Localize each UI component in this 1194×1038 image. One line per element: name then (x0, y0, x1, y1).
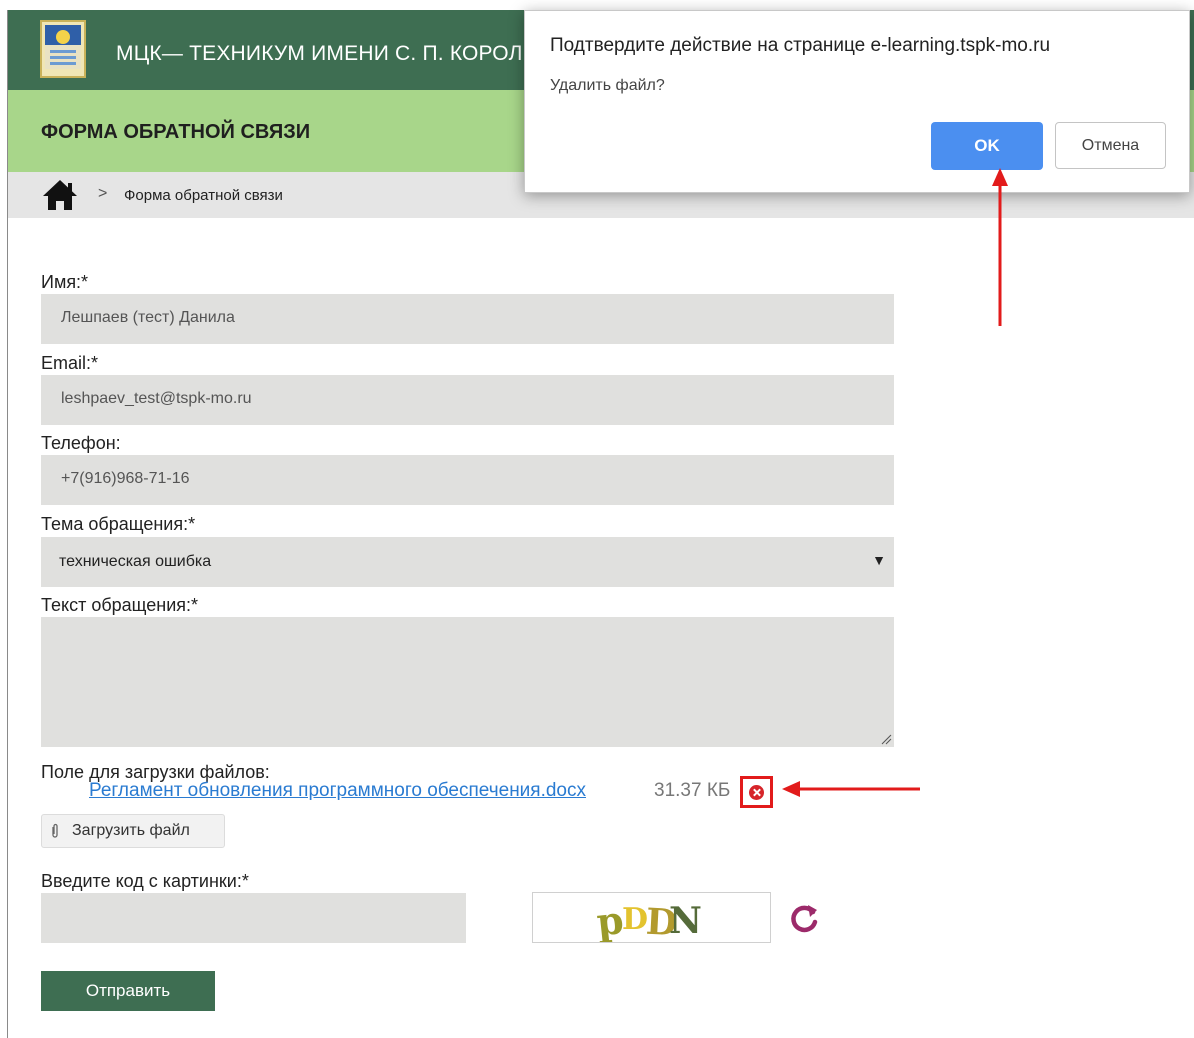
phone-label: Телефон: (41, 433, 121, 453)
uploaded-file-size: 31.37 КБ (654, 780, 731, 801)
breadcrumb-separator: > (98, 185, 108, 202)
ok-button[interactable]: OK (931, 122, 1043, 170)
captcha-input[interactable] (41, 893, 466, 943)
paperclip-icon (52, 823, 58, 838)
dialog-message: Удалить файл? (550, 77, 665, 94)
site-title: МЦК— ТЕХНИКУМ ИМЕНИ С. П. КОРОЛЁВА (116, 42, 565, 65)
captcha-code: p D D N (594, 897, 702, 945)
phone-field[interactable]: +7(916)968-71-16 (41, 455, 894, 505)
confirm-dialog: Подтвердите действие на странице e-learn… (524, 10, 1190, 193)
message-textarea[interactable] (41, 617, 894, 747)
name-value: Лешпаев (тест) Данила (61, 309, 235, 326)
svg-text:N: N (669, 900, 702, 942)
email-value: leshpaev_test@tspk-mo.ru (61, 390, 252, 407)
dialog-title: Подтвердите действие на странице e-learn… (550, 35, 1051, 56)
svg-text:p: p (594, 897, 625, 942)
svg-text:D: D (622, 902, 648, 937)
submit-button[interactable]: Отправить (41, 971, 215, 1011)
upload-file-label: Загрузить файл (72, 822, 190, 839)
upload-file-button[interactable]: Загрузить файл (41, 814, 225, 848)
message-label: Текст обращения:* (41, 595, 199, 615)
name-label: Имя:* (41, 272, 89, 292)
phone-value: +7(916)968-71-16 (61, 470, 190, 487)
breadcrumb-current: Форма обратной связи (124, 187, 283, 204)
topic-select[interactable]: техническая ошибка ▼ (41, 537, 894, 587)
resize-handle-icon[interactable] (880, 733, 892, 745)
page-title: ФОРМА ОБРАТНОЙ СВЯЗИ (41, 121, 311, 143)
topic-selected-value: техническая ошибка (59, 553, 212, 570)
captcha-label: Введите код с картинки:* (41, 871, 249, 891)
uploaded-file-link[interactable]: Регламент обновления программного обеспе… (89, 780, 586, 802)
dropdown-arrow-icon: ▼ (872, 552, 886, 568)
email-field[interactable]: leshpaev_test@tspk-mo.ru (41, 375, 894, 425)
topic-label: Тема обращения:* (41, 514, 196, 534)
name-field[interactable]: Лешпаев (тест) Данила (41, 294, 894, 344)
remove-file-icon[interactable] (749, 785, 764, 800)
refresh-captcha-icon[interactable] (786, 900, 822, 936)
captcha-image: p D D N (532, 892, 771, 945)
email-label: Email:* (41, 353, 99, 373)
cancel-button[interactable]: Отмена (1055, 122, 1166, 169)
home-icon[interactable] (41, 178, 79, 212)
college-emblem-icon[interactable] (40, 20, 86, 78)
annotation-arrow-left (782, 781, 920, 797)
remove-file-highlight (740, 776, 773, 808)
